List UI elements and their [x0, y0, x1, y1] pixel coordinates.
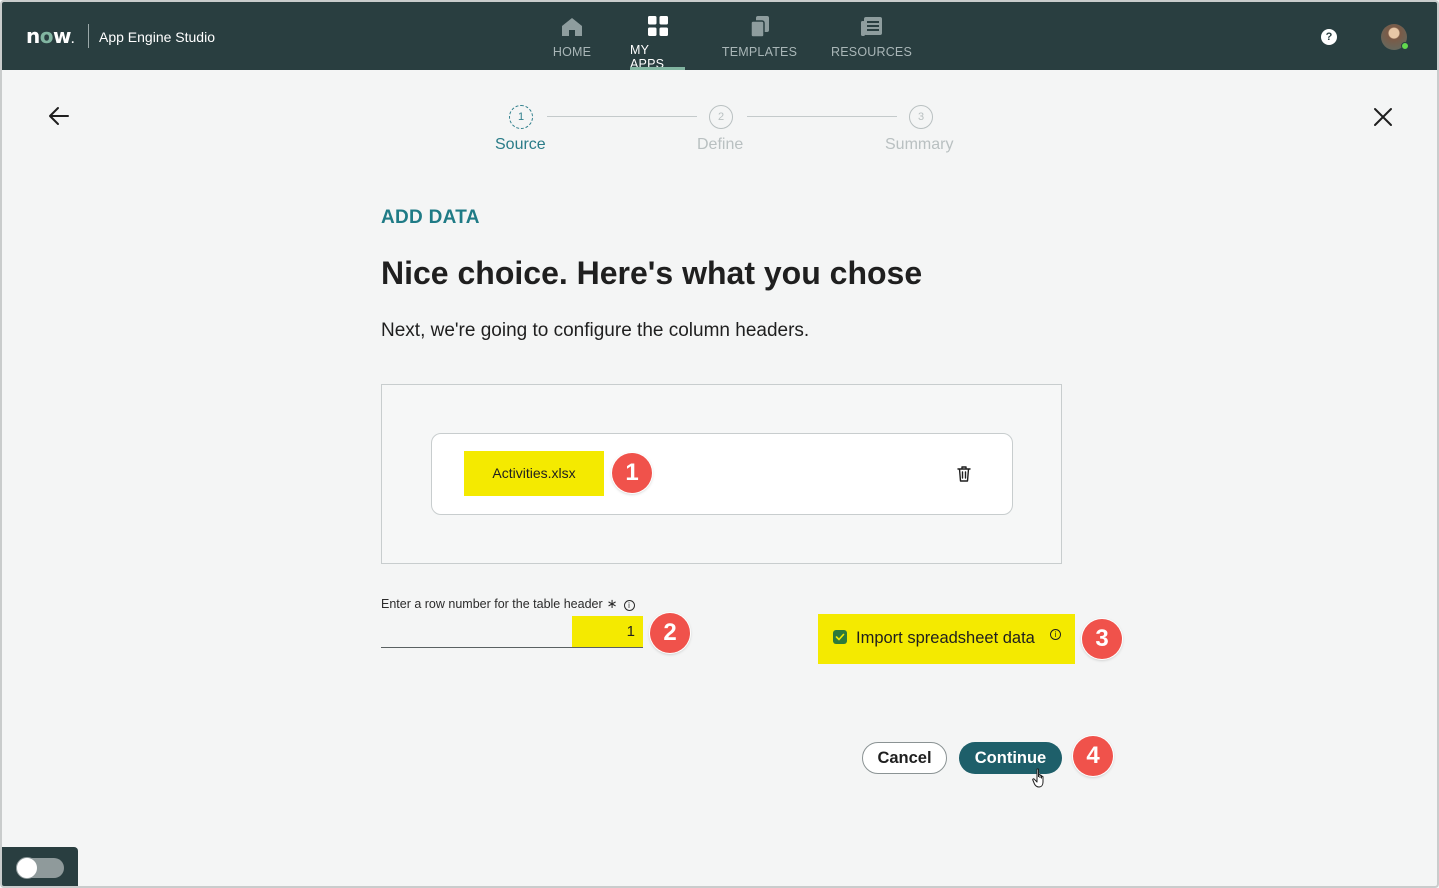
annotation-badge-3: 3 [1082, 619, 1122, 659]
hand-cursor-icon [1032, 768, 1048, 790]
info-icon[interactable]: i [623, 600, 635, 611]
app-window: now. App Engine Studio HOME MY APPS TEMP… [0, 0, 1439, 888]
top-nav-bar: now. App Engine Studio HOME MY APPS TEMP… [2, 2, 1437, 71]
step-1-circle: 1 [509, 105, 533, 129]
nav-home-label: HOME [552, 45, 592, 59]
step-1-label: Source [495, 136, 546, 153]
cancel-button[interactable]: Cancel [862, 742, 947, 774]
nav-resources[interactable]: RESOURCES [831, 2, 912, 70]
home-icon [561, 16, 583, 38]
nav-my-apps[interactable]: MY APPS [630, 2, 685, 71]
back-arrow-icon[interactable] [46, 102, 74, 130]
row-number-underline [381, 647, 643, 648]
step-connector-2 [747, 116, 897, 117]
step-3-circle: 3 [909, 105, 933, 129]
row-number-label-text: Enter a row number for the table header [381, 597, 603, 611]
step-2-label: Define [697, 136, 744, 153]
close-icon[interactable] [1369, 103, 1397, 131]
section-eyebrow: ADD DATA [381, 207, 480, 228]
page-title: Nice choice. Here's what you chose [381, 255, 923, 291]
required-asterisk: ∗ [606, 596, 618, 611]
step-connector-1 [547, 116, 697, 117]
page-subtitle: Next, we're going to configure the colum… [381, 320, 810, 341]
annotation-badge-2: 2 [650, 613, 690, 653]
nav-resources-label: RESOURCES [831, 45, 912, 59]
step-3-label: Summary [885, 136, 954, 153]
info-icon[interactable]: i [1050, 629, 1061, 640]
templates-icon [749, 16, 771, 38]
servicenow-logo[interactable]: now. [26, 24, 74, 48]
bottom-toggle-panel [2, 847, 78, 886]
row-number-input[interactable] [572, 616, 643, 647]
trash-icon[interactable] [956, 465, 972, 483]
app-name: App Engine Studio [99, 29, 215, 45]
help-icon[interactable]: ? [1321, 29, 1337, 45]
toggle-knob [16, 857, 38, 879]
nav-templates-label: TEMPLATES [721, 45, 798, 59]
import-spreadsheet-label: Import spreadsheet data [856, 629, 1035, 647]
grid-icon [647, 16, 669, 36]
annotation-badge-1: 1 [612, 453, 652, 493]
logo-divider [88, 24, 89, 48]
nav-templates[interactable]: TEMPLATES [721, 2, 798, 70]
nav-home[interactable]: HOME [550, 2, 594, 70]
annotation-badge-4: 4 [1073, 736, 1113, 776]
step-2-circle: 2 [709, 105, 733, 129]
file-name: Activities.xlsx [464, 451, 604, 496]
nav-active-indicator [630, 67, 685, 70]
resources-icon [860, 16, 883, 38]
theme-toggle[interactable] [16, 857, 64, 879]
online-status-dot [1401, 42, 1409, 50]
import-checkbox[interactable] [833, 630, 847, 644]
row-number-label: Enter a row number for the table header ∗… [381, 596, 635, 612]
